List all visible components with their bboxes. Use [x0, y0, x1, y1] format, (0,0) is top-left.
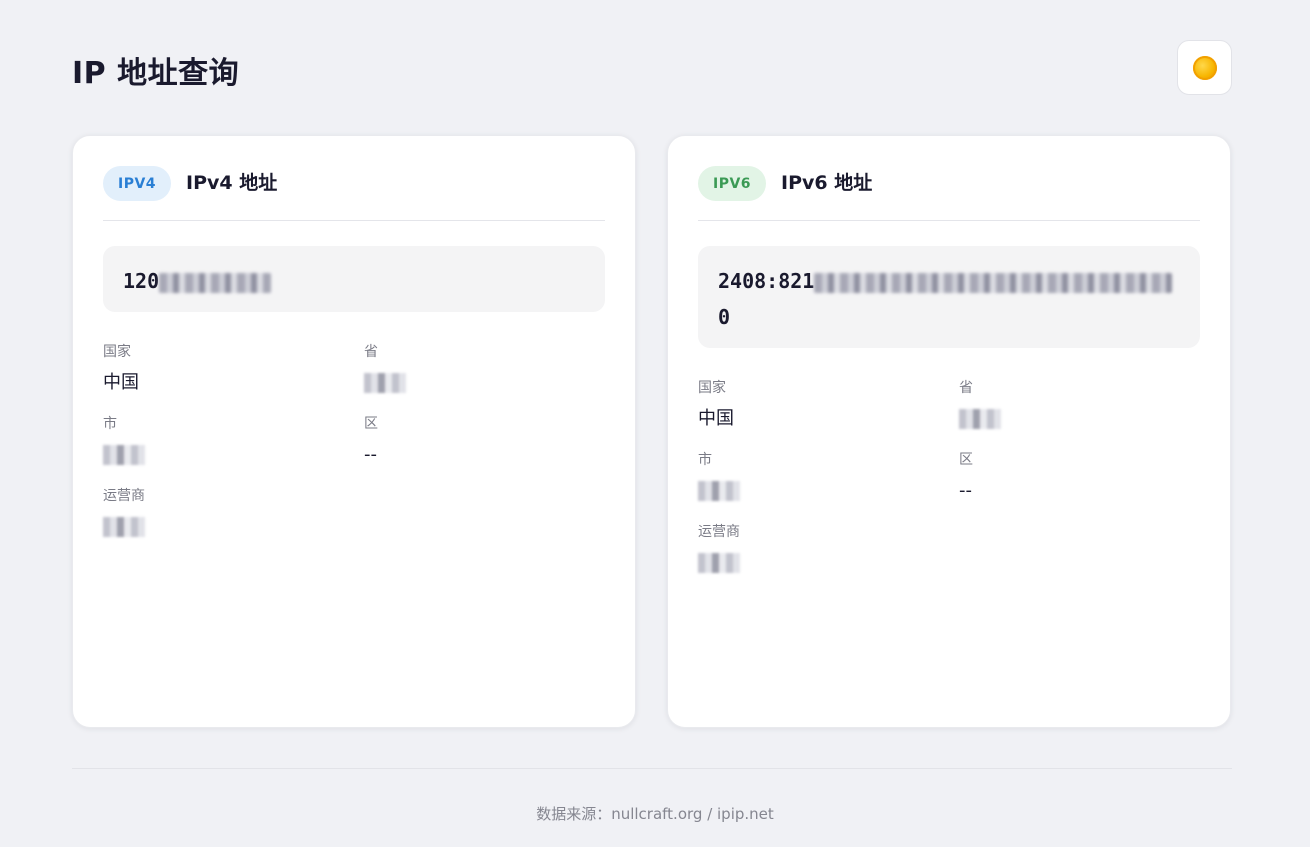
ipv6-country-field: 国家 中国	[698, 377, 959, 449]
ipv4-province-field: 省	[364, 341, 605, 413]
sun-icon	[1192, 55, 1217, 80]
ipv6-city-field: 市	[698, 449, 959, 521]
city-value	[698, 479, 959, 503]
isp-label: 运营商	[103, 488, 145, 504]
ipv4-country-field: 国家 中国	[103, 341, 364, 413]
ipv6-district-field: 区 --	[959, 449, 1200, 521]
city-value	[103, 443, 364, 467]
ipv6-province-field: 省	[959, 377, 1200, 449]
footer-source: 数据来源：nullcraft.org / ipip.net	[536, 805, 774, 823]
province-redacted	[959, 409, 1001, 429]
footer-divider	[72, 768, 1232, 769]
ipv6-info-grid: 国家 中国 省 市 区 -- 运营商	[698, 377, 1200, 593]
ipv4-card: IPV4 IPv4 地址 120 国家 中国 省 市 区 -- 运营商	[72, 135, 636, 728]
province-redacted	[364, 373, 406, 393]
ipv4-info-grid: 国家 中国 省 市 区 -- 运营商	[103, 341, 605, 557]
province-value	[364, 371, 605, 395]
isp-value	[698, 551, 959, 575]
ipv4-badge: IPV4	[103, 166, 172, 201]
district-value: --	[959, 480, 972, 501]
isp-redacted	[698, 553, 740, 573]
ipv6-badge: IPV6	[698, 166, 767, 201]
ipv6-card-title: IPv6 地址	[781, 172, 873, 194]
ipv4-card-title: IPv4 地址	[186, 172, 278, 194]
ipv6-address-text: 2408:821	[718, 269, 815, 293]
province-value	[959, 407, 1200, 431]
ipv4-address-redacted	[159, 272, 272, 293]
city-redacted	[698, 481, 740, 501]
country-label: 国家	[103, 344, 131, 360]
ipv4-address-text: 120	[123, 269, 160, 293]
ipv4-city-field: 市	[103, 413, 364, 485]
country-value: 中国	[103, 372, 139, 393]
ipv6-card-header: IPV6 IPv6 地址	[698, 166, 1200, 221]
ipv6-address-text-line2: 0	[718, 305, 731, 329]
page-title: IP 地址查询	[72, 56, 240, 91]
ipv4-card-header: IPV4 IPv4 地址	[103, 166, 605, 221]
isp-value	[103, 515, 364, 539]
ipv6-isp-field: 运营商	[698, 521, 959, 593]
city-label: 市	[698, 452, 712, 468]
isp-redacted	[103, 517, 145, 537]
ipv4-district-field: 区 --	[364, 413, 605, 485]
ipv6-card: IPV6 IPv6 地址 2408:821 0 国家 中国 省 市 区 -- 运…	[667, 135, 1231, 728]
theme-toggle-button[interactable]	[1177, 40, 1232, 95]
district-value: --	[364, 444, 377, 465]
district-label: 区	[959, 452, 973, 468]
country-value: 中国	[698, 408, 734, 429]
ipv4-isp-field: 运营商	[103, 485, 364, 557]
page: IP 地址查询 IPV4 IPv4 地址 120 国家 中国 省 市 区 -- …	[0, 0, 1310, 847]
city-label: 市	[103, 416, 117, 432]
ipv6-address[interactable]: 2408:821 0	[698, 246, 1200, 348]
ipv4-address[interactable]: 120	[103, 246, 605, 312]
district-label: 区	[364, 416, 378, 432]
country-label: 国家	[698, 380, 726, 396]
province-label: 省	[959, 380, 973, 396]
isp-label: 运营商	[698, 524, 740, 540]
province-label: 省	[364, 344, 378, 360]
ipv6-address-redacted	[814, 272, 1173, 293]
city-redacted	[103, 445, 145, 465]
